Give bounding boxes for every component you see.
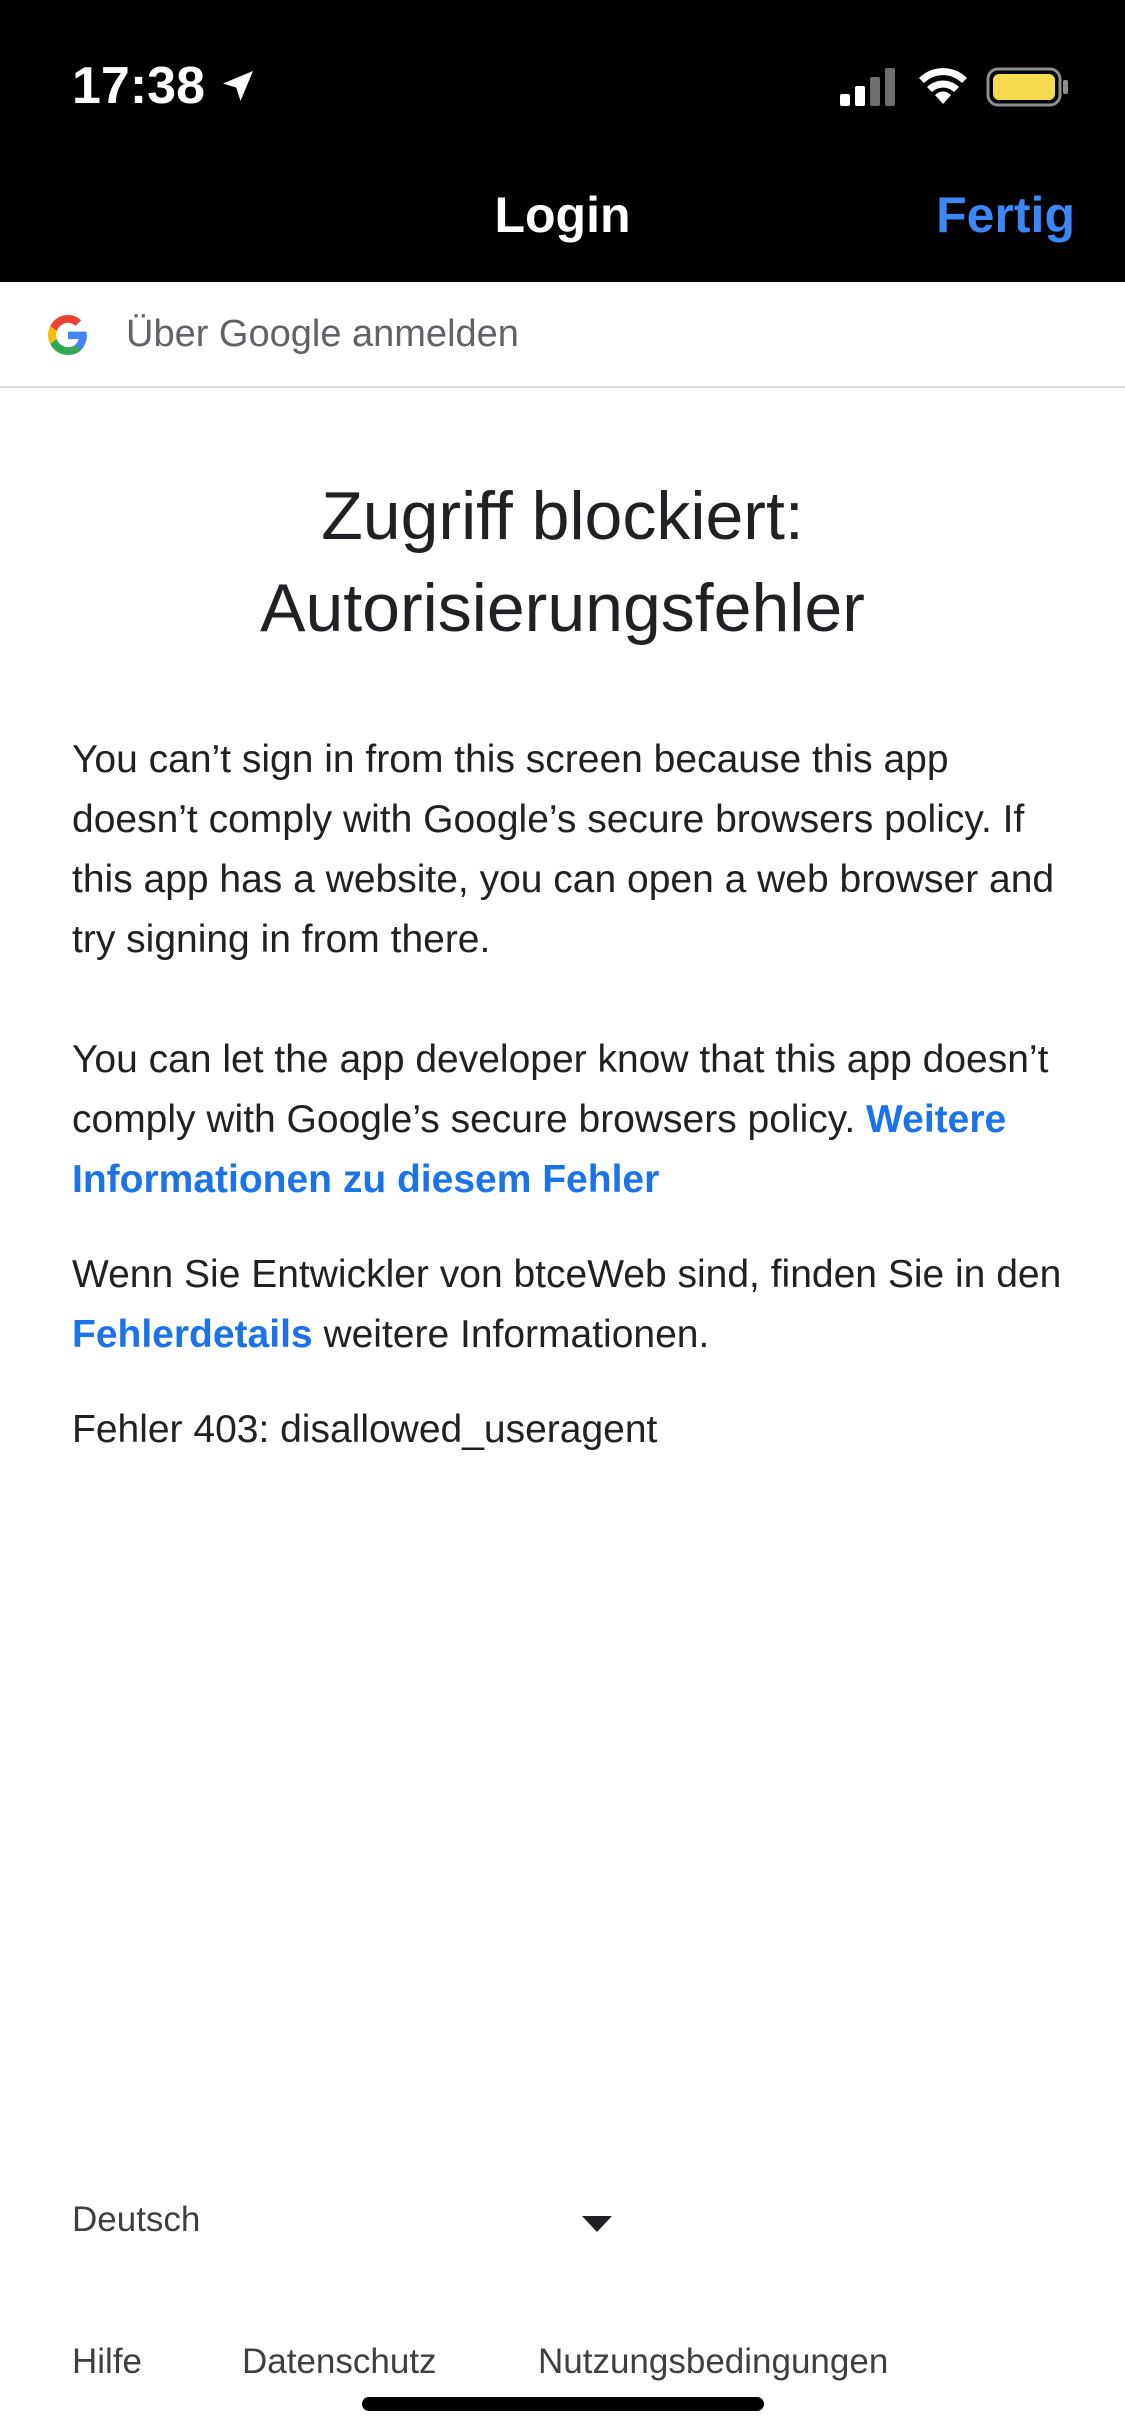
google-signin-header: Über Google anmelden xyxy=(0,282,1125,388)
help-link[interactable]: Hilfe xyxy=(72,2342,142,2382)
cellular-signal-icon xyxy=(840,68,895,106)
google-logo-icon xyxy=(48,315,87,355)
terms-link[interactable]: Nutzungsbedingungen xyxy=(538,2342,888,2382)
home-indicator[interactable] xyxy=(362,2397,764,2411)
top-bar: 17:38 Login Fertig xyxy=(0,0,1125,282)
info-paragraph-3-before: Wenn Sie Entwickler von btceWeb sind, fi… xyxy=(72,1253,1062,1296)
info-paragraph-1: You can’t sign in from this screen becau… xyxy=(72,738,1055,961)
wifi-icon xyxy=(919,68,967,104)
error-details-link[interactable]: Fehlerdetails xyxy=(72,1313,313,1356)
battery-icon xyxy=(986,67,1068,107)
language-label: Deutsch xyxy=(72,2200,201,2239)
chevron-down-icon xyxy=(582,2216,612,2232)
done-button[interactable]: Fertig xyxy=(936,186,1075,244)
info-paragraph-3-after: weitere Informationen. xyxy=(323,1313,710,1356)
google-header-text: Über Google anmelden xyxy=(126,313,519,355)
privacy-link[interactable]: Datenschutz xyxy=(242,2342,437,2382)
screen: 17:38 Login Fertig Über Google anmelden … xyxy=(0,0,1125,2436)
page-title: Zugriff blockiert: Autorisierungsfehler xyxy=(0,470,1125,654)
page-title-line1: Zugriff blockiert: xyxy=(321,478,804,554)
error-code: Fehler 403: disallowed_useragent xyxy=(72,1408,658,1451)
info-paragraph-3: Wenn Sie Entwickler von btceWeb sind, fi… xyxy=(72,1245,1062,1365)
status-time: 17:38 xyxy=(72,57,205,115)
info-paragraph-2: You can let the app developer know that … xyxy=(72,1030,1062,1210)
page-title-line2: Autorisierungsfehler xyxy=(260,570,865,646)
language-select[interactable]: Deutsch xyxy=(72,2192,612,2252)
location-arrow-icon xyxy=(223,71,253,101)
